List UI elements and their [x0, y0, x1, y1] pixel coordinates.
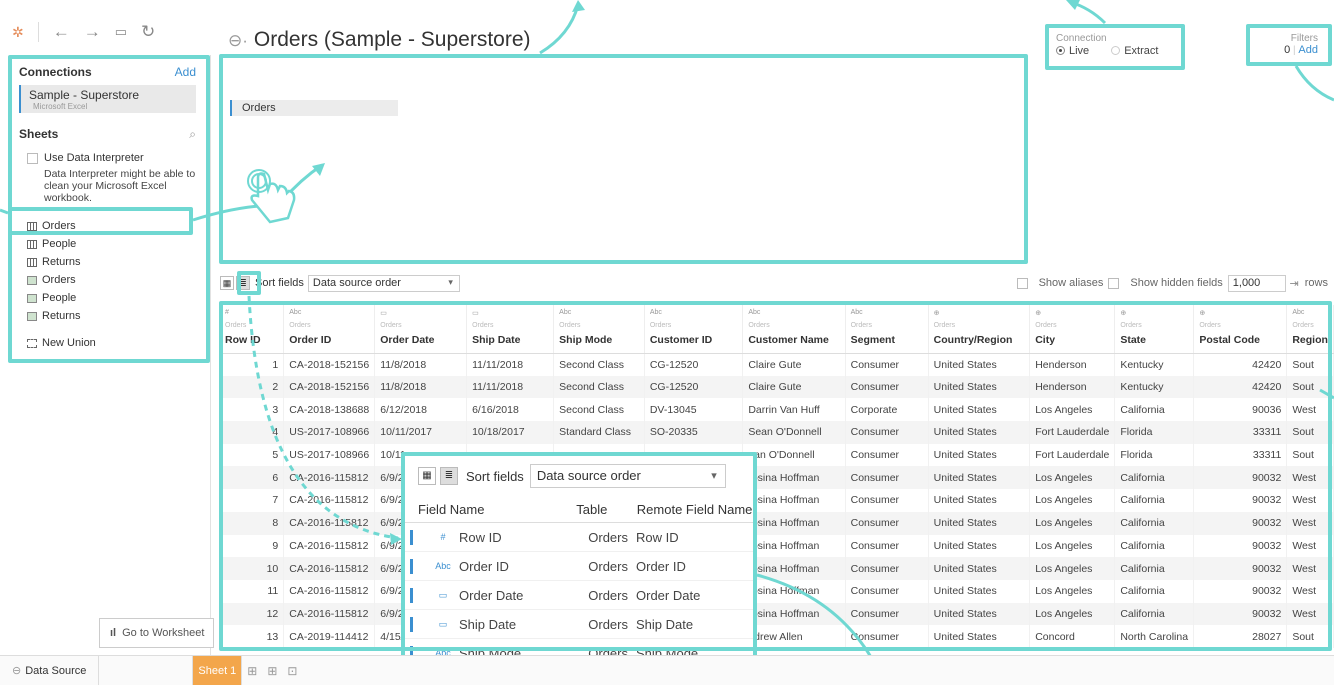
bottom-tab-bar: ⊖ Data Source Sheet 1 ⊞ ⊞ ⊡ — [0, 655, 1334, 685]
tab-sheet-1[interactable]: Sheet 1 — [193, 656, 243, 685]
go-to-worksheet-tooltip[interactable]: ıl Go to Worksheet — [99, 618, 214, 648]
arrow-title — [539, 4, 580, 55]
tab-data-source[interactable]: ⊖ Data Source — [0, 656, 100, 685]
arrow-filters — [1294, 65, 1334, 102]
arrow-left-edge — [0, 208, 9, 215]
new-worksheet-icon[interactable]: ⊞ — [242, 664, 262, 678]
arrowhead-title — [572, 0, 585, 12]
annotation-arrows — [0, 0, 1334, 685]
data-source-tab-label: Data Source — [25, 664, 87, 677]
go-to-worksheet-label: Go to Worksheet — [122, 627, 205, 639]
hand-cursor-icon — [247, 169, 296, 224]
arrowhead-metadata — [390, 533, 402, 545]
new-story-icon[interactable]: ⊡ — [282, 664, 302, 678]
bar-chart-icon: ıl — [110, 627, 117, 639]
data-source-icon: ⊖ — [12, 665, 22, 677]
arrow-metadata-dashed — [247, 295, 399, 540]
arrow-grid-edge — [1319, 388, 1334, 400]
tab-spacer — [99, 656, 194, 685]
new-dashboard-icon[interactable]: ⊞ — [262, 664, 282, 678]
